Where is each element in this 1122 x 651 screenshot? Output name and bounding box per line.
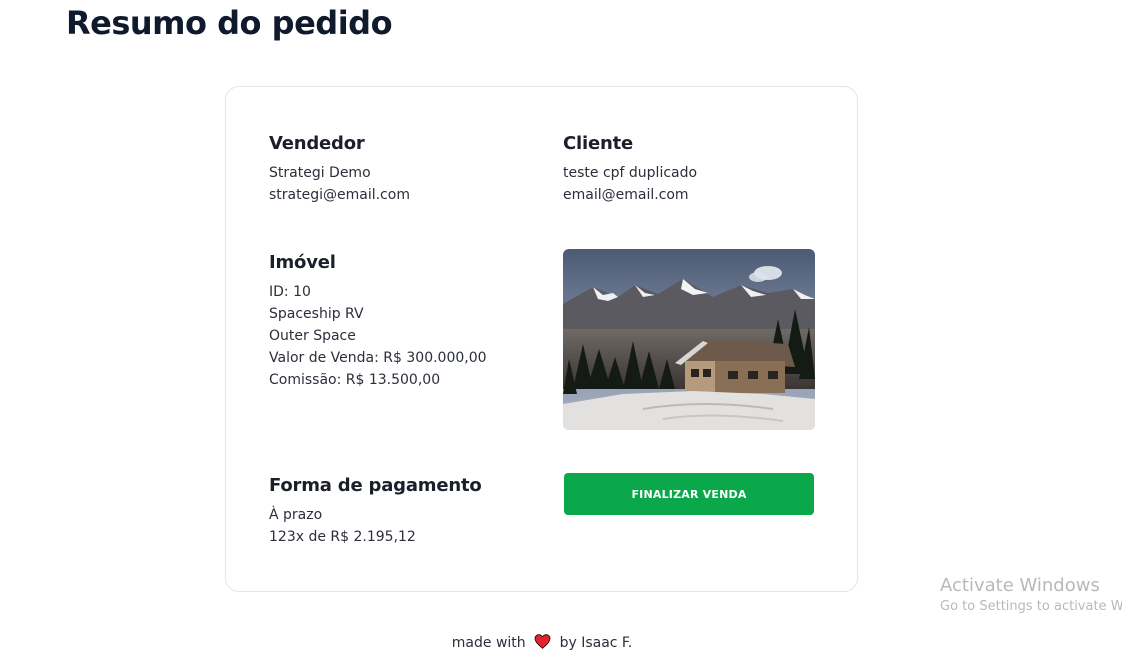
payment-section: Forma de pagamento À prazo 123x de R$ 2.…	[269, 475, 482, 548]
seller-heading: Vendedor	[269, 133, 365, 154]
property-id: ID: 10	[269, 284, 311, 300]
seller-email: strategi@email.com	[269, 187, 410, 203]
client-email: email@email.com	[563, 187, 689, 203]
client-name: teste cpf duplicado	[563, 165, 698, 181]
client-section: Cliente teste cpf duplicado email@email.…	[563, 133, 697, 206]
seller-name: Strategi Demo	[269, 165, 371, 181]
footer-suffix: by Isaac F.	[559, 635, 633, 651]
property-sale-value: Valor de Venda: R$ 300.000,00	[269, 350, 487, 366]
order-summary-card: Vendedor Strategi Demo strategi@email.co…	[225, 86, 858, 592]
footer-prefix: made with	[451, 635, 526, 651]
property-section: Imóvel ID: 10 Spaceship RV Outer Space V…	[269, 252, 487, 391]
property-heading: Imóvel	[269, 252, 336, 273]
payment-installments: 123x de R$ 2.195,12	[269, 529, 416, 545]
property-location: Outer Space	[269, 328, 356, 344]
payment-heading: Forma de pagamento	[269, 475, 482, 496]
watermark-subtitle: Go to Settings to activate Windows.	[940, 599, 1122, 614]
heart-icon	[534, 634, 551, 651]
finalize-sale-button[interactable]: FINALIZAR VENDA	[564, 473, 814, 515]
property-commission: Comissão: R$ 13.500,00	[269, 372, 441, 388]
windows-activation-watermark: Activate Windows Go to Settings to activ…	[940, 575, 1122, 617]
payment-type: À prazo	[269, 507, 323, 523]
client-heading: Cliente	[563, 133, 633, 154]
page-title: Resumo do pedido	[66, 4, 393, 42]
footer: made with by Isaac F.	[0, 634, 1084, 651]
watermark-title: Activate Windows	[940, 575, 1100, 596]
property-name: Spaceship RV	[269, 306, 364, 322]
property-photo	[563, 249, 815, 430]
seller-section: Vendedor Strategi Demo strategi@email.co…	[269, 133, 410, 206]
